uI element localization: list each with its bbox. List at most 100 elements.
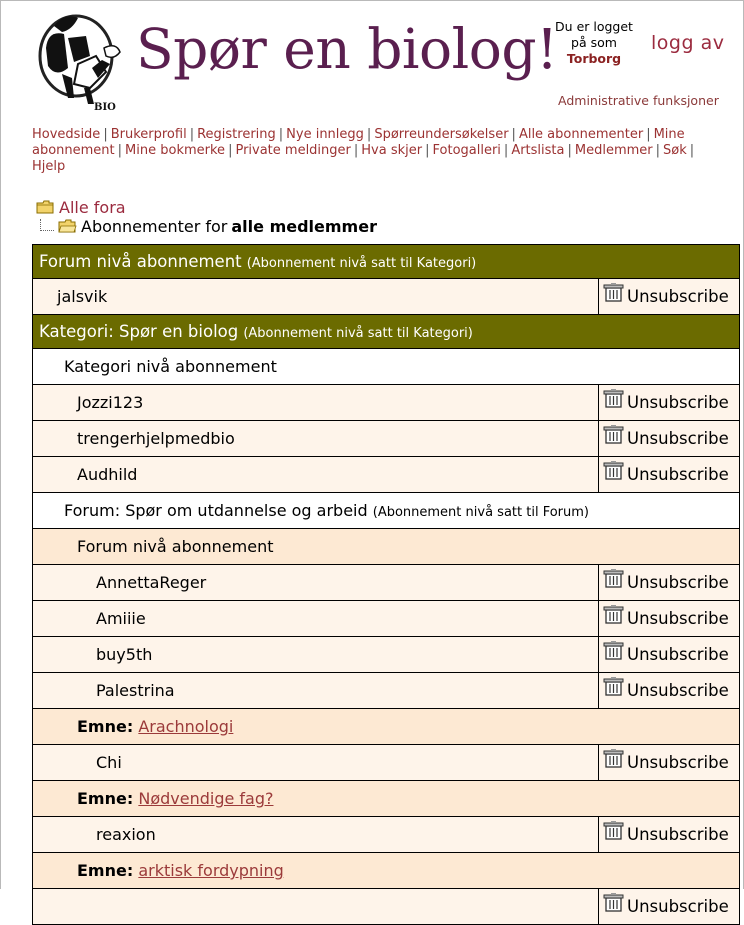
- forum-level-header: Forum nivå abonnement (Abonnement nivå s…: [32, 244, 740, 279]
- unsubscribe-button[interactable]: Unsubscribe: [603, 604, 729, 629]
- logo-text: BIO: [94, 102, 116, 113]
- trash-icon: [603, 568, 624, 588]
- topic-label: Emne:: [77, 717, 134, 736]
- category-level-row: Kategori nivå abonnement: [32, 348, 740, 385]
- unsubscribe-button[interactable]: Unsubscribe: [603, 640, 729, 664]
- table-row: buy5th Unsubscribe: [32, 636, 740, 673]
- unsubscribe-button[interactable]: Unsubscribe: [603, 676, 729, 701]
- unsubscribe-label: Unsubscribe: [627, 681, 729, 701]
- forum-level-row: Forum nivå abonnement: [32, 528, 740, 565]
- unsubscribe-button[interactable]: Unsubscribe: [603, 424, 729, 449]
- topic-row: Emne: Arachnologi: [32, 708, 740, 745]
- nav-private-messages[interactable]: Private meldinger: [235, 143, 350, 158]
- nav-profile[interactable]: Brukerprofil: [111, 127, 187, 142]
- subscriber-name: trengerhjelpmedbio: [32, 420, 599, 457]
- nav-photo-gallery[interactable]: Fotogalleri: [433, 143, 501, 158]
- table-row: Unsubscribe: [32, 888, 740, 925]
- unsubscribe-label: Unsubscribe: [627, 429, 729, 449]
- nav-new-posts[interactable]: Nye innlegg: [286, 127, 364, 142]
- nav-home[interactable]: Hovedside: [32, 127, 100, 142]
- unsubscribe-label: Unsubscribe: [627, 825, 729, 845]
- admin-functions-link[interactable]: Administrative funksjoner: [558, 93, 719, 108]
- unsubscribe-label: Unsubscribe: [627, 897, 729, 917]
- username: Torborg: [566, 51, 622, 66]
- unsubscribe-label: Unsubscribe: [627, 287, 729, 307]
- topic-row: Emne: Nødvendige fag?: [32, 780, 740, 817]
- breadcrumb-current-prefix: Abonnementer for: [81, 217, 228, 236]
- subscriber-name: Amiiie: [32, 600, 599, 637]
- subscriber-name: Audhild: [32, 456, 599, 493]
- category-header-note: (Abonnement nivå satt til Kategori): [243, 326, 473, 341]
- nav-species-list[interactable]: Artslista: [511, 143, 564, 158]
- trash-icon: [603, 424, 624, 444]
- login-line2: på som: [571, 35, 617, 50]
- topic-link[interactable]: Nødvendige fag?: [138, 789, 273, 808]
- open-folder-icon: [58, 219, 77, 233]
- table-row: Jozzi123 Unsubscribe: [32, 384, 740, 421]
- trash-icon: [603, 640, 624, 660]
- logout-link[interactable]: logg av: [651, 32, 724, 54]
- forum-header-note: (Abonnement nivå satt til Kategori): [246, 256, 477, 271]
- unsubscribe-label: Unsubscribe: [627, 465, 729, 485]
- table-row: Chi Unsubscribe: [32, 744, 740, 781]
- nav-all-subscriptions[interactable]: Alle abonnementer: [519, 127, 643, 142]
- subscriptions-table: Forum nivå abonnement (Abonnement nivå s…: [32, 244, 740, 925]
- unsubscribe-label: Unsubscribe: [627, 609, 729, 629]
- subscriber-name: Chi: [32, 744, 599, 781]
- site-logo[interactable]: BIO: [34, 8, 126, 114]
- trash-icon: [603, 820, 624, 840]
- breadcrumb-all-forums[interactable]: Alle fora: [59, 198, 126, 217]
- unsubscribe-button[interactable]: Unsubscribe: [603, 748, 729, 772]
- category-level-label: Kategori nivå abonnement: [32, 348, 740, 385]
- trash-icon: [603, 892, 624, 912]
- topic-link[interactable]: arktisk fordypning: [138, 861, 283, 880]
- forum-title-note: (Abonnement nivå satt til Forum): [372, 505, 589, 520]
- table-row: Palestrina Unsubscribe: [32, 672, 740, 709]
- topic-label: Emne:: [77, 789, 134, 808]
- topic-label: Emne:: [77, 861, 134, 880]
- category-header: Kategori: Spør en biolog (Abonnement niv…: [32, 314, 740, 349]
- unsubscribe-button[interactable]: Unsubscribe: [603, 460, 729, 485]
- nav-whats-happening[interactable]: Hva skjer: [361, 143, 422, 158]
- tree-line: [40, 218, 54, 231]
- nav-register[interactable]: Registrering: [197, 127, 276, 142]
- subscriber-name: AnnettaReger: [32, 564, 599, 601]
- unsubscribe-button[interactable]: Unsubscribe: [603, 820, 729, 845]
- login-status: Du er logget på som Torborg: [552, 19, 636, 67]
- table-row: reaxion Unsubscribe: [32, 816, 740, 853]
- table-row: jalsvik Unsubscribe: [32, 278, 740, 315]
- unsubscribe-button[interactable]: Unsubscribe: [603, 388, 729, 413]
- breadcrumb-current-bold: alle medlemmer: [231, 217, 377, 236]
- breadcrumb-root: Alle fora: [36, 196, 126, 218]
- subscriber-name: Jozzi123: [32, 384, 599, 421]
- forum-level-label: Forum nivå abonnement: [32, 528, 740, 565]
- trash-icon: [603, 460, 624, 480]
- subscriber-name: reaxion: [32, 816, 599, 853]
- subscriber-name: [32, 888, 599, 925]
- site-title: Spør en biolog!: [136, 17, 558, 81]
- trash-icon: [603, 748, 624, 768]
- table-row: AnnettaReger Unsubscribe: [32, 564, 740, 601]
- unsubscribe-label: Unsubscribe: [627, 393, 729, 413]
- subscriber-name: buy5th: [32, 636, 599, 673]
- table-row: Audhild Unsubscribe: [32, 456, 740, 493]
- nav-search[interactable]: Søk: [663, 143, 687, 158]
- unsubscribe-button[interactable]: Unsubscribe: [603, 892, 729, 917]
- nav-members[interactable]: Medlemmer: [575, 143, 653, 158]
- topic-link[interactable]: Arachnologi: [138, 717, 233, 736]
- main-nav: Hovedside | Brukerprofil | Registrering | Nye …: [32, 127, 695, 174]
- forum-header-title: Forum nivå abonnement: [39, 252, 242, 271]
- nav-bookmarks[interactable]: Mine bokmerke: [125, 143, 225, 158]
- nav-help[interactable]: Hjelp: [32, 159, 65, 174]
- breadcrumb-current: Abonnementer for alle medlemmer: [40, 217, 377, 236]
- unsubscribe-button[interactable]: Unsubscribe: [603, 282, 729, 307]
- login-line1: Du er logget: [555, 19, 633, 34]
- table-row: Amiiie Unsubscribe: [32, 600, 740, 637]
- trash-icon: [603, 604, 624, 624]
- topic-row: Emne: arktisk fordypning: [32, 852, 740, 889]
- subscriber-name: Palestrina: [32, 672, 599, 709]
- trash-icon: [603, 676, 624, 696]
- folder-icon: [36, 200, 54, 213]
- nav-surveys[interactable]: Spørreundersøkelser: [374, 127, 508, 142]
- unsubscribe-button[interactable]: Unsubscribe: [603, 568, 729, 592]
